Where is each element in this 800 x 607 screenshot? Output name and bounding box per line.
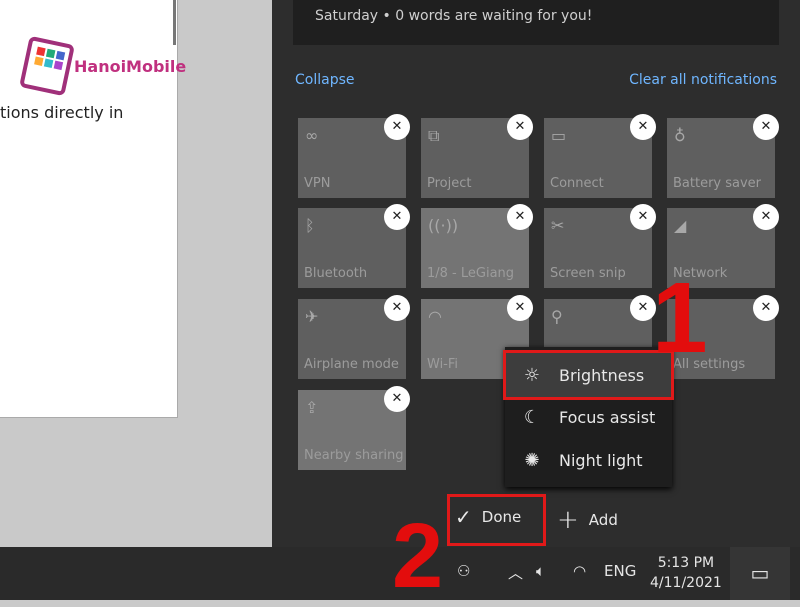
screen-snip-icon: ✂ <box>551 216 565 235</box>
unpin-icon[interactable]: ✕ <box>753 295 779 321</box>
tile-label: Project <box>427 176 472 191</box>
tile-vpn[interactable]: ∞ VPN ✕ <box>298 114 410 198</box>
tile-battery-saver[interactable]: ♁ Battery saver ✕ <box>667 114 779 198</box>
highlight-box-done <box>447 494 546 546</box>
unpin-icon[interactable]: ✕ <box>630 114 656 140</box>
tile-label: Bluetooth <box>304 266 368 281</box>
tile-label: VPN <box>304 176 331 191</box>
unpin-icon[interactable]: ✕ <box>507 204 533 230</box>
unpin-icon[interactable]: ✕ <box>753 204 779 230</box>
date: 4/11/2021 <box>650 575 722 591</box>
tile-screen-snip[interactable]: ✂ Screen snip ✕ <box>544 204 656 288</box>
clear-all-link[interactable]: Clear all notifications <box>629 72 777 88</box>
tile-label: Battery saver <box>673 176 762 191</box>
tile-label: 1/8 - LeGiang <box>427 266 515 281</box>
nearby-sharing-icon: ⇪ <box>305 398 319 417</box>
watermark-logo: HanoiMobile <box>19 35 187 97</box>
language-indicator[interactable]: ENG <box>604 562 636 580</box>
wifi-icon: ◠ <box>428 307 442 326</box>
night-light-icon: ✺ <box>524 449 540 471</box>
add-button[interactable]: + Add <box>557 505 618 535</box>
tile-label: Screen snip <box>550 266 626 281</box>
tile-airplane-mode[interactable]: ✈ Airplane mode ✕ <box>298 295 410 379</box>
unpin-icon[interactable]: ✕ <box>753 114 779 140</box>
menu-item-focus-assist[interactable]: ☾ Focus assist <box>505 395 672 439</box>
tile-nearby-sharing[interactable]: ⇪ Nearby sharing ✕ <box>298 386 410 470</box>
clock[interactable]: 5:13 PM 4/11/2021 <box>650 553 722 593</box>
location-icon: ⚲ <box>551 307 563 326</box>
tile-label: Wi-Fi <box>427 357 459 372</box>
window-text: tions directly in <box>0 103 124 122</box>
tile-project[interactable]: ⧉ Project ✕ <box>421 114 533 198</box>
unpin-icon[interactable]: ✕ <box>507 295 533 321</box>
step-1-label: 1 <box>652 262 708 374</box>
action-center-button[interactable]: ▭ <box>730 547 790 600</box>
battery-saver-icon: ♁ <box>674 126 686 145</box>
network-icon: ◢ <box>674 216 687 235</box>
menu-label: Focus assist <box>559 407 656 427</box>
wifi-tray-icon[interactable]: ◠ <box>573 562 586 580</box>
unpin-icon[interactable]: ✕ <box>384 204 410 230</box>
vpn-icon: ∞ <box>305 126 319 145</box>
people-icon[interactable]: ⚇ <box>457 562 470 580</box>
unpin-icon[interactable]: ✕ <box>507 114 533 140</box>
tile-label: Nearby sharing <box>304 448 404 463</box>
bluetooth-icon: ᛒ <box>305 216 315 235</box>
menu-item-night-light[interactable]: ✺ Night light <box>505 438 672 482</box>
tile-label: Connect <box>550 176 604 191</box>
notification-icon: ▭ <box>750 561 770 585</box>
collapse-link[interactable]: Collapse <box>295 72 355 88</box>
step-2-label: 2 <box>392 505 444 607</box>
connect-icon: ▭ <box>551 126 567 145</box>
hotspot-icon: ((·)) <box>428 216 459 235</box>
time: 5:13 PM <box>657 555 715 571</box>
moon-icon: ☾ <box>523 406 541 428</box>
unpin-icon[interactable]: ✕ <box>384 386 410 412</box>
project-icon: ⧉ <box>428 126 440 145</box>
highlight-box-brightness <box>503 350 674 400</box>
tile-connect[interactable]: ▭ Connect ✕ <box>544 114 656 198</box>
add-label: Add <box>588 511 618 529</box>
unpin-icon[interactable]: ✕ <box>384 114 410 140</box>
tile-1-8-legiang[interactable]: ((·)) 1/8 - LeGiang ✕ <box>421 204 533 288</box>
scrollbar[interactable] <box>173 0 176 45</box>
chevron-up-icon[interactable]: ︿ <box>508 562 523 583</box>
airplane-icon: ✈ <box>305 307 319 326</box>
volume-icon[interactable]: 🔈︎ <box>536 562 545 580</box>
tile-label: Airplane mode <box>304 357 399 372</box>
tile-bluetooth[interactable]: ᛒ Bluetooth ✕ <box>298 204 410 288</box>
phone-logo-icon <box>19 35 75 97</box>
plus-icon: + <box>557 505 579 535</box>
unpin-icon[interactable]: ✕ <box>384 295 410 321</box>
notification-card[interactable]: Saturday • 0 words are waiting for you! <box>293 0 779 45</box>
watermark-text: HanoiMobile <box>74 56 187 76</box>
menu-label: Night light <box>559 450 643 470</box>
unpin-icon[interactable]: ✕ <box>630 204 656 230</box>
